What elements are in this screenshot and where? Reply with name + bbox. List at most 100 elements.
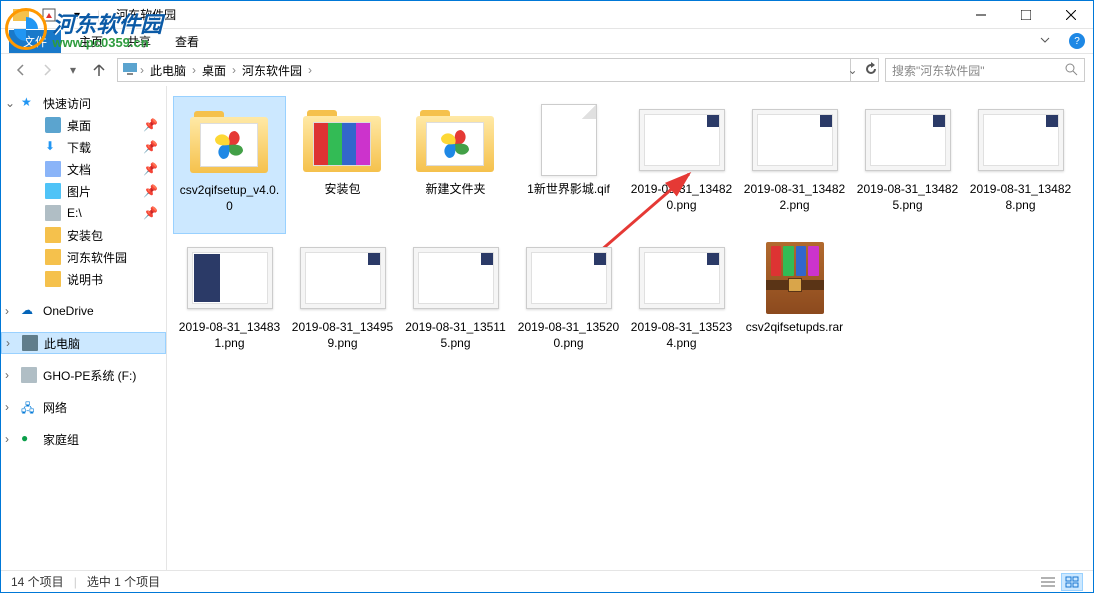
sidebar-this-pc[interactable]: ›此电脑 [1, 332, 166, 354]
drive-icon [45, 205, 61, 221]
search-icon [1064, 62, 1078, 79]
file-item[interactable]: 2019-08-31_135115.png [399, 234, 512, 372]
search-input[interactable]: 搜索"河东软件园" [885, 58, 1085, 82]
tab-home[interactable]: 主页 [67, 30, 115, 53]
chevron-right-icon[interactable]: › [192, 63, 196, 77]
folder-icon [45, 249, 61, 265]
file-label: 新建文件夹 [425, 182, 485, 198]
expand-ribbon-icon[interactable] [1039, 34, 1051, 49]
tab-share[interactable]: 共享 [115, 30, 163, 53]
folder-icon [9, 4, 33, 26]
sidebar-network[interactable]: ›🖧网络 [1, 396, 166, 418]
file-item[interactable]: 2019-08-31_134825.png [851, 96, 964, 234]
properties-icon[interactable] [37, 4, 61, 26]
file-tab[interactable]: 文件 [9, 30, 61, 53]
file-label: 安装包 [324, 182, 360, 198]
file-item[interactable]: 2019-08-31_134959.png [286, 234, 399, 372]
pc-icon [22, 335, 38, 351]
file-item[interactable]: 安装包 [286, 96, 399, 234]
pin-icon: 📌 [143, 206, 158, 220]
up-button[interactable] [87, 58, 111, 82]
minimize-button[interactable] [958, 1, 1003, 29]
file-label: 2019-08-31_135115.png [403, 320, 508, 351]
sidebar-gho-drive[interactable]: ›GHO-PE系统 (F:) [1, 364, 166, 386]
network-icon: 🖧 [21, 399, 37, 415]
file-item[interactable]: 新建文件夹 [399, 96, 512, 234]
cloud-icon: ☁ [21, 303, 37, 319]
sidebar-item-hedong[interactable]: 河东软件园 [1, 246, 166, 268]
file-label: 2019-08-31_135200.png [516, 320, 621, 351]
sidebar-item-downloads[interactable]: ⬇下载📌 [1, 136, 166, 158]
chevron-right-icon[interactable]: › [308, 63, 312, 77]
window-title: 河东软件园 [116, 6, 176, 23]
file-label: 2019-08-31_135234.png [629, 320, 734, 351]
recent-dropdown-icon[interactable]: ▾ [61, 58, 85, 82]
crumb-desktop[interactable]: 桌面 [198, 62, 230, 79]
status-count: 14 个项目 [11, 573, 64, 590]
pin-icon: 📌 [143, 184, 158, 198]
chevron-right-icon[interactable]: › [140, 63, 144, 77]
crumb-folder[interactable]: 河东软件园 [238, 62, 306, 79]
drive-icon [21, 367, 37, 383]
addr-dropdown-icon[interactable]: ⌄ [847, 63, 857, 77]
ribbon-tabs: 文件 主页 共享 查看 ? [1, 29, 1093, 54]
file-item[interactable]: 2019-08-31_134820.png [625, 96, 738, 234]
pin-icon: 📌 [143, 140, 158, 154]
pc-icon [122, 62, 138, 79]
file-item[interactable]: 2019-08-31_135234.png [625, 234, 738, 372]
refresh-icon[interactable] [864, 62, 878, 79]
file-label: 1新世界影城.qif [527, 182, 610, 198]
maximize-button[interactable] [1003, 1, 1048, 29]
file-label: 2019-08-31_134820.png [629, 182, 734, 213]
file-label: 2019-08-31_134825.png [855, 182, 960, 213]
crumb-thispc[interactable]: 此电脑 [146, 62, 190, 79]
sidebar-onedrive[interactable]: ›☁OneDrive [1, 300, 166, 322]
sidebar-item-install[interactable]: 安装包 [1, 224, 166, 246]
folder-icon [45, 271, 61, 287]
file-label: 2019-08-31_134828.png [968, 182, 1073, 213]
document-icon [45, 161, 61, 177]
title-bar: ▾ | 河东软件园 [1, 1, 1093, 29]
tab-view[interactable]: 查看 [163, 30, 211, 53]
help-icon[interactable]: ? [1069, 33, 1085, 49]
file-label: csv2qifsetup_v4.0.0 [178, 183, 281, 214]
sidebar-quick-access[interactable]: ⌄★快速访问 [1, 92, 166, 114]
pin-icon: 📌 [143, 162, 158, 176]
file-grid[interactable]: csv2qifsetup_v4.0.0 安装包 新建文件夹 1新世界影城.qif 201… [167, 86, 1093, 570]
sidebar-item-pictures[interactable]: 图片📌 [1, 180, 166, 202]
file-item[interactable]: 2019-08-31_134822.png [738, 96, 851, 234]
file-item[interactable]: 2019-08-31_134831.png [173, 234, 286, 372]
file-item[interactable]: 2019-08-31_134828.png [964, 96, 1077, 234]
file-label: 2019-08-31_134831.png [177, 320, 282, 351]
address-row: ▾ › 此电脑 › 桌面 › 河东软件园 › ⌄ 搜索"河东软件园" [1, 54, 1093, 86]
download-icon: ⬇ [45, 139, 61, 155]
pin-icon: 📌 [143, 118, 158, 132]
sidebar-homegroup[interactable]: ›●家庭组 [1, 428, 166, 450]
file-item[interactable]: csv2qifsetup_v4.0.0 [173, 96, 286, 234]
chevron-right-icon[interactable]: › [232, 63, 236, 77]
file-item[interactable]: csv2qifsetupds.rar [738, 234, 851, 372]
details-view-button[interactable] [1037, 573, 1059, 591]
picture-icon [45, 183, 61, 199]
back-button[interactable] [9, 58, 33, 82]
file-label: 2019-08-31_134822.png [742, 182, 847, 213]
folder-icon [45, 227, 61, 243]
forward-button[interactable] [35, 58, 59, 82]
qat-dropdown-icon[interactable]: ▾ [65, 4, 89, 26]
file-label: 2019-08-31_134959.png [290, 320, 395, 351]
navigation-pane: ⌄★快速访问 桌面📌 ⬇下载📌 文档📌 图片📌 E:\📌 安装包 河东软件园 说… [1, 86, 167, 570]
icons-view-button[interactable] [1061, 573, 1083, 591]
status-selected: 选中 1 个项目 [87, 573, 160, 590]
sidebar-item-documents[interactable]: 文档📌 [1, 158, 166, 180]
close-button[interactable] [1048, 1, 1093, 29]
sidebar-item-manual[interactable]: 说明书 [1, 268, 166, 290]
star-icon: ★ [21, 95, 37, 111]
file-item[interactable]: 1新世界影城.qif [512, 96, 625, 234]
address-bar[interactable]: › 此电脑 › 桌面 › 河东软件园 › ⌄ [117, 58, 879, 82]
desktop-icon [45, 117, 61, 133]
file-label: csv2qifsetupds.rar [746, 320, 843, 336]
file-item[interactable]: 2019-08-31_135200.png [512, 234, 625, 372]
sidebar-item-edrive[interactable]: E:\📌 [1, 202, 166, 224]
sidebar-item-desktop[interactable]: 桌面📌 [1, 114, 166, 136]
status-bar: 14 个项目 | 选中 1 个项目 [1, 570, 1093, 592]
